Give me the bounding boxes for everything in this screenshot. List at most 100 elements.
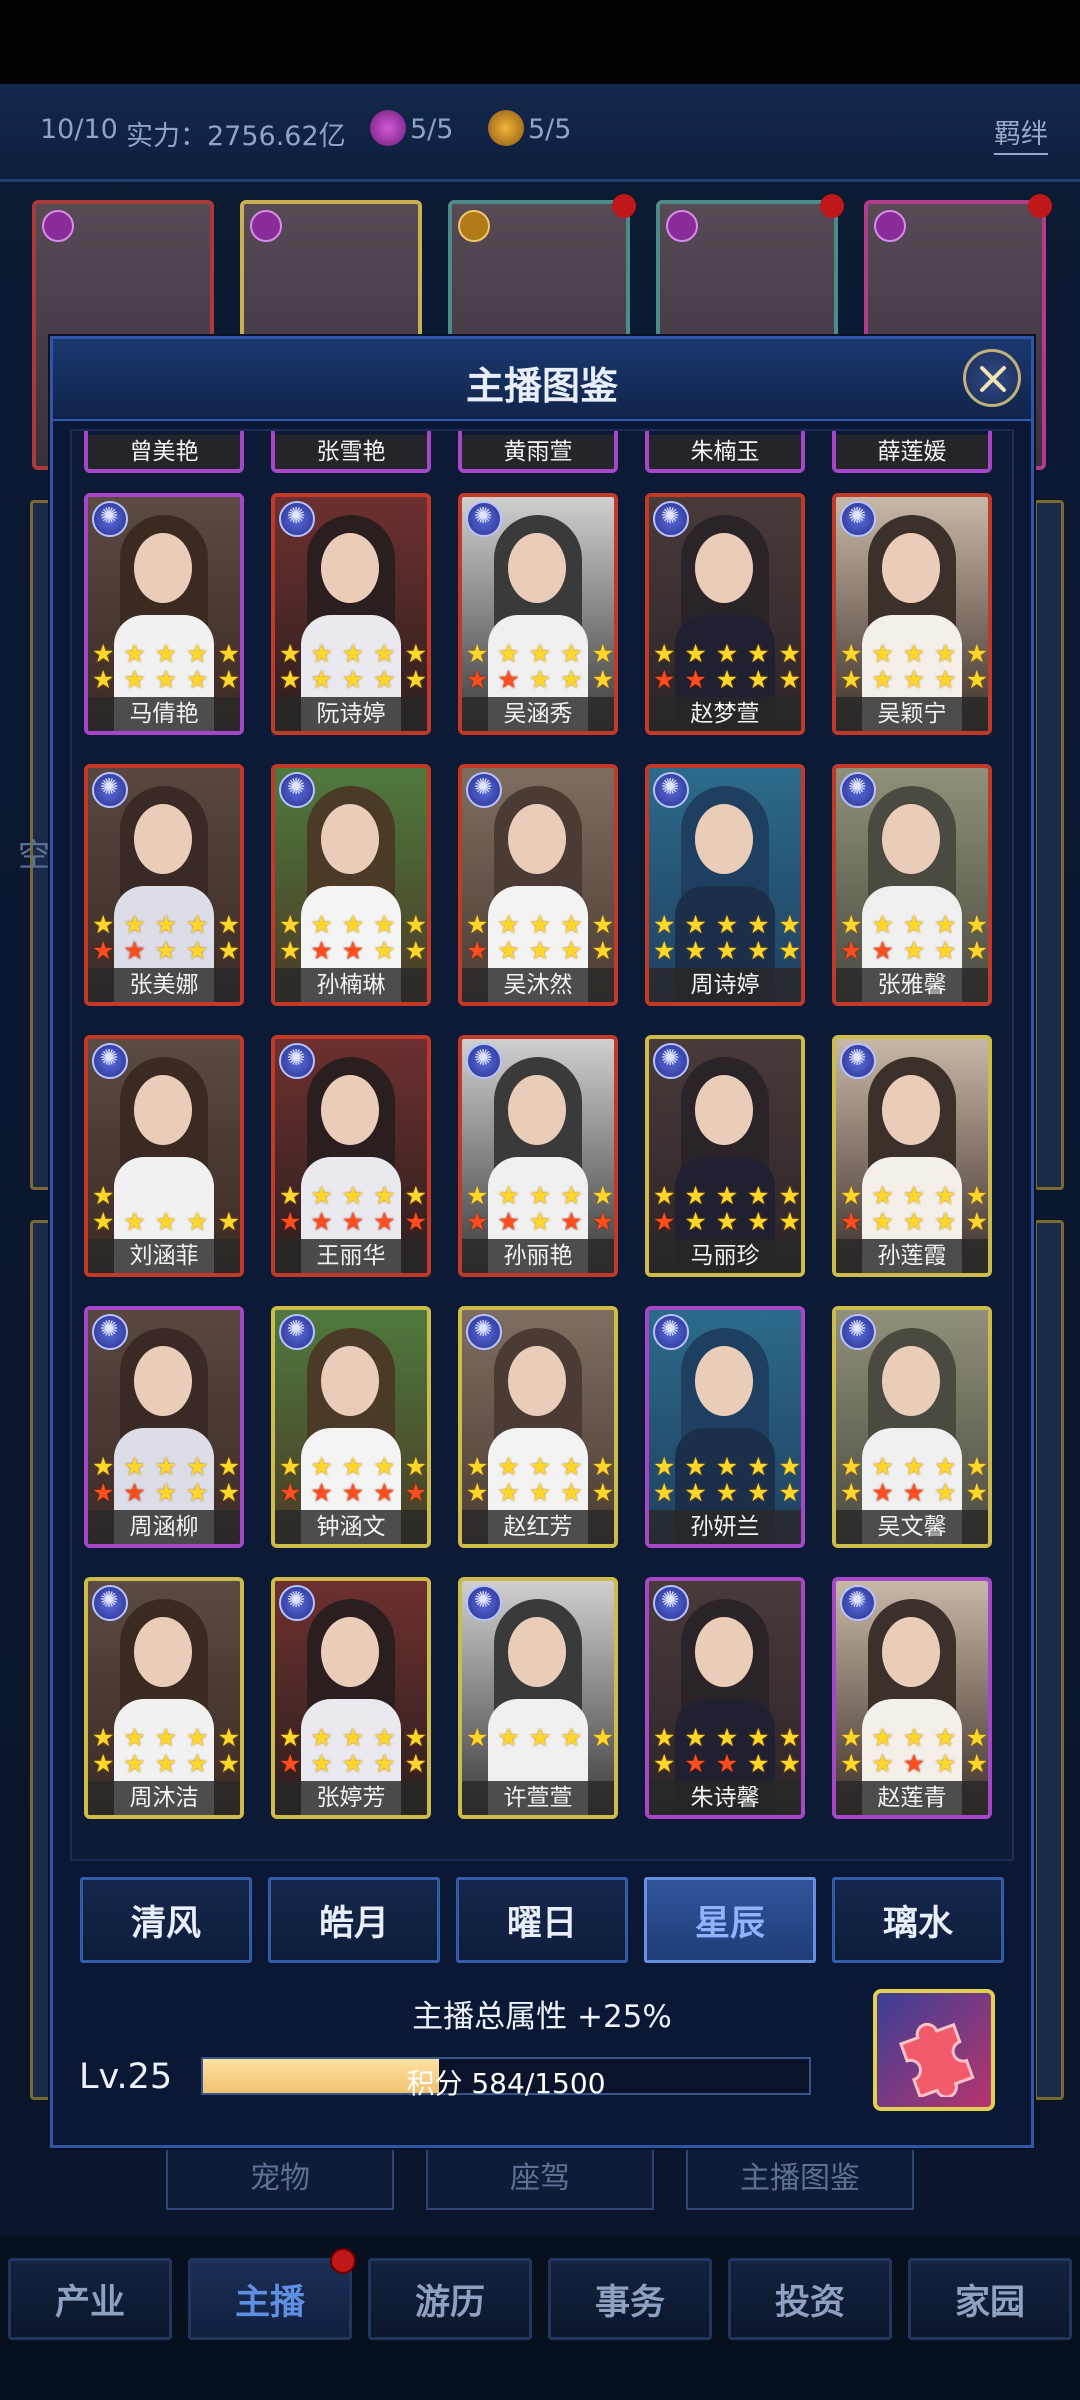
pet-button[interactable]: 宠物 [166, 2140, 394, 2210]
gold-star-icon: ★ [560, 1452, 583, 1481]
album-card[interactable]: ★★★★★★★★★★吴颖宁 [832, 493, 992, 735]
nav-affairs[interactable]: 事务 [548, 2258, 712, 2340]
gold-star-icon: ★ [778, 1181, 801, 1210]
album-card[interactable]: ★★★★★★★★★★孙妍兰 [645, 1306, 805, 1548]
gold-star-icon: ★ [92, 639, 115, 668]
gold-star-icon: ★ [279, 665, 302, 694]
gold-star-icon: ★ [934, 639, 957, 668]
gold-star-icon: ★ [373, 1749, 396, 1778]
tab-haoyue[interactable]: 皓月 [268, 1877, 440, 1963]
album-card[interactable]: ★★★★★★★★★★吴文馨 [832, 1306, 992, 1548]
album-card[interactable]: ★★★★★★★★★★朱诗馨 [645, 1577, 805, 1819]
star-row: ★ ★ ★ ★ ★ [653, 938, 801, 964]
album-card[interactable]: ★★★★★★★★★★孙莲霞 [832, 1035, 992, 1277]
star-row: ★ ★ ★ ★ ★ [466, 1454, 614, 1480]
album-card[interactable]: ★★★★★★刘涵菲 [84, 1035, 244, 1277]
star-row: ★ ★ ★ ★ ★ [92, 1751, 240, 1777]
portrait-face [508, 1346, 566, 1416]
gold-star-icon: ★ [747, 1452, 770, 1481]
album-card[interactable]: ★★★★★★★★★★周沐洁 [84, 1577, 244, 1819]
card-name: 孙楠琳 [275, 968, 427, 1002]
nav-home[interactable]: 家园 [908, 2258, 1072, 2340]
nav-investment[interactable]: 投资 [728, 2258, 892, 2340]
gold-star-icon: ★ [684, 1207, 707, 1236]
album-card[interactable]: 张雪艳 [271, 431, 431, 473]
puzzle-piece-icon [899, 2022, 975, 2097]
album-card[interactable]: ★★★★★★★★★★钟涵文 [271, 1306, 431, 1548]
card-name: 马倩艳 [88, 697, 240, 731]
star-row: ★ ★ ★ ★ ★ [466, 1183, 614, 1209]
gold-star-icon: ★ [528, 639, 552, 668]
tab-yaori[interactable]: 曜日 [456, 1877, 628, 1963]
card-name: 周涵柳 [88, 1510, 240, 1544]
card-name: 吴文馨 [836, 1510, 988, 1544]
bg-side-label: 空 [18, 836, 51, 874]
star-rating: ★ ★ ★ ★ ★ ★ ★ ★ ★ ★ [653, 1725, 801, 1777]
nav-industry[interactable]: 产业 [8, 2258, 172, 2340]
album-card[interactable]: ★★★★★★★★★★吴涵秀 [458, 493, 618, 735]
star-row [466, 1751, 614, 1777]
tab-xingchen[interactable]: 星辰 [644, 1877, 816, 1963]
gold-star-icon: ★ [591, 639, 614, 668]
album-card[interactable]: ★★★★★★★★★★王丽华 [271, 1035, 431, 1277]
portrait-face [134, 1617, 192, 1687]
gold-star-icon: ★ [123, 639, 146, 668]
album-card[interactable]: ★★★★★★★★★★张雅馨 [832, 764, 992, 1006]
star-row: ★ ★ ★ ★ ★ [92, 1454, 240, 1480]
gold-star-icon: ★ [840, 1749, 863, 1778]
mount-button[interactable]: 座驾 [426, 2140, 654, 2210]
card-grid[interactable]: 曾美艳 张雪艳 黄雨萱 朱楠玉 薛莲媛 ★★★★★★★★★★马倩艳★★★★★★★… [70, 429, 1014, 1861]
album-card[interactable]: ★★★★★★★★★★赵莲青 [832, 1577, 992, 1819]
red-star-icon: ★ [123, 936, 146, 965]
star-row: ★ ★ ★ ★ ★ [279, 1751, 427, 1777]
album-card[interactable]: ★★★★★★★★★★ 周涵柳 [84, 1306, 244, 1548]
streamer-album-button[interactable]: 主播图鉴 [686, 2140, 914, 2210]
gold-star-icon: ★ [373, 1452, 396, 1481]
tab-qingfeng[interactable]: 清风 [80, 1877, 252, 1963]
nav-travel[interactable]: 游历 [368, 2258, 532, 2340]
gold-star-icon: ★ [591, 910, 614, 939]
gold-star-icon: ★ [715, 639, 739, 668]
album-card[interactable]: ★★★★★★★★★★孙楠琳 [271, 764, 431, 1006]
album-card[interactable]: 黄雨萱 [458, 431, 618, 473]
album-card[interactable]: ★★★★★★★★★★孙丽艳 [458, 1035, 618, 1277]
album-card[interactable]: ★★★★★★★★★★赵红芳 [458, 1306, 618, 1548]
star-row: ★ ★ ★ ★ ★ [279, 912, 427, 938]
star-row: ★ ★ ★ ★ ★ [840, 1183, 988, 1209]
portrait-face [882, 1075, 940, 1145]
star-row: ★ ★ ★ ★ ★ [653, 1751, 801, 1777]
album-card[interactable]: ★★★★★★★★★★周诗婷 [645, 764, 805, 1006]
album-card[interactable]: ★★★★★★★★★★马丽珍 [645, 1035, 805, 1277]
star-row: ★ ★ ★ ★ ★ [466, 938, 614, 964]
album-card[interactable]: ★★★★★★★★★★阮诗婷 [271, 493, 431, 735]
album-card[interactable]: ★★★★★★★★★★赵梦萱 [645, 493, 805, 735]
star-rating: ★ ★ ★ ★ ★ ★ ★ ★ ★ ★ [92, 1454, 240, 1506]
gold-star-icon: ★ [154, 1207, 178, 1236]
puzzle-reward-button[interactable] [873, 1989, 995, 2111]
close-button[interactable] [963, 349, 1021, 407]
gold-star-icon: ★ [560, 1478, 583, 1507]
album-card[interactable]: 朱楠玉 [645, 431, 805, 473]
bond-button[interactable]: 羁绊 [994, 112, 1048, 155]
album-card[interactable]: ★★★★★★★★★★马倩艳 [84, 493, 244, 735]
star-rating: ★ ★ ★ ★ ★ ★ ★ ★ ★ ★ [279, 641, 427, 693]
album-card[interactable]: ★ ★ ★ ★ ★ 许萱萱 [458, 1577, 618, 1819]
star-emblem-icon [466, 1585, 502, 1621]
album-card[interactable]: 薛莲媛 [832, 431, 992, 473]
album-card[interactable]: ★★★★★★★★★★张美娜 [84, 764, 244, 1006]
gold-star-icon: ★ [92, 1181, 115, 1210]
star-rating: ★ ★ ★ ★ ★ ★ ★ ★ ★ ★ [840, 912, 988, 964]
gold-star-icon: ★ [591, 1723, 614, 1752]
album-card[interactable]: ★★★★★★★★★★张婷芳 [271, 1577, 431, 1819]
portrait-face [882, 533, 940, 603]
gold-star-icon: ★ [902, 1452, 926, 1481]
gold-star-icon: ★ [123, 665, 146, 694]
nav-streamer[interactable]: 主播 [188, 2258, 352, 2340]
star-emblem-icon [279, 501, 315, 537]
album-card[interactable]: ★★★★★★★★★★吴沐然 [458, 764, 618, 1006]
tab-lishui[interactable]: 璃水 [832, 1877, 1004, 1963]
gold-star-icon: ★ [310, 1749, 333, 1778]
gold-star-icon: ★ [310, 1181, 333, 1210]
gold-star-icon: ★ [840, 1478, 863, 1507]
album-card[interactable]: 曾美艳 [84, 431, 244, 473]
